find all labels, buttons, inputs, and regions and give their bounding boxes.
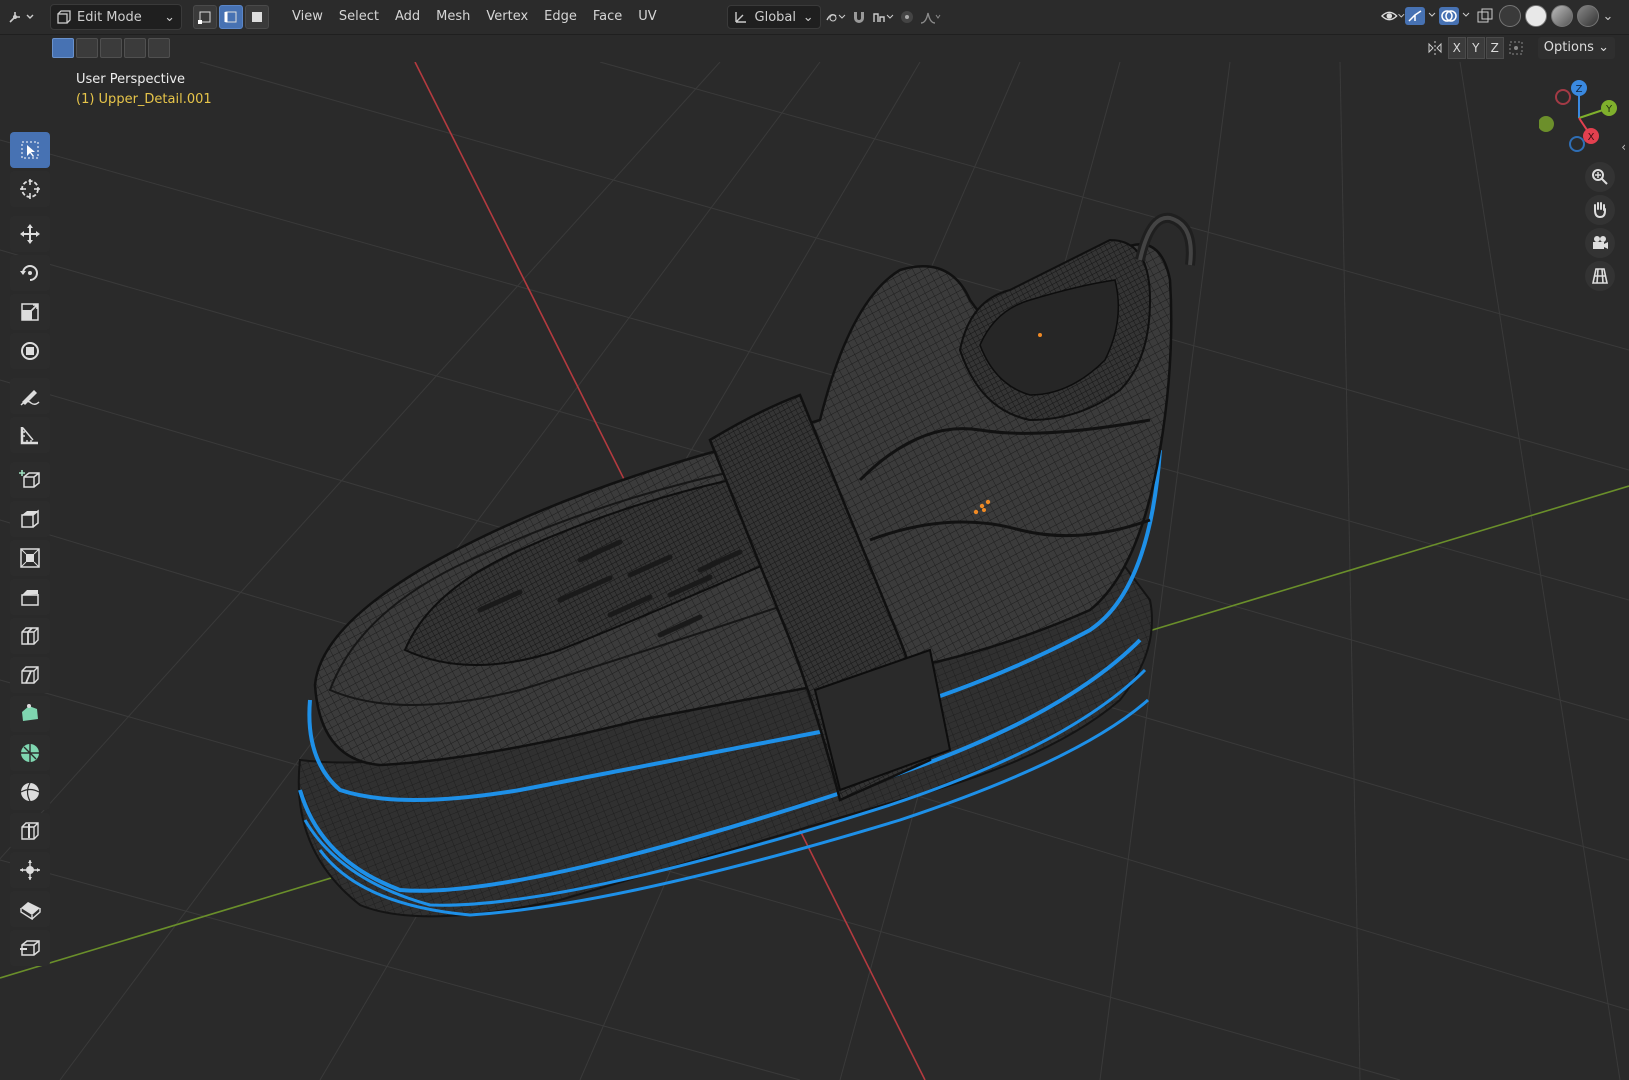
pivot-point-icon[interactable]	[823, 6, 847, 28]
gizmo-toggle-icon[interactable]	[1405, 5, 1439, 27]
header-menu: View Select Add Mesh Vertex Edge Face UV	[284, 5, 665, 29]
wireframe-shading-icon[interactable]	[1499, 5, 1521, 27]
select-extend-icon[interactable]	[76, 38, 98, 58]
camera-view-icon[interactable]	[1585, 228, 1615, 258]
poly-build-tool[interactable]	[10, 696, 50, 732]
snap-icon[interactable]	[847, 6, 871, 28]
cursor-tool[interactable]	[10, 171, 50, 207]
solid-shading-icon[interactable]	[1525, 5, 1547, 27]
add-cube-tool[interactable]	[10, 462, 50, 498]
face-select-icon[interactable]	[245, 5, 269, 29]
options-dropdown[interactable]: Options ⌄	[1537, 37, 1615, 59]
neg-x-gizmo-handle	[1555, 89, 1571, 105]
spin-tool[interactable]	[10, 735, 50, 771]
select-invert-icon[interactable]	[124, 38, 146, 58]
viewport-canvas[interactable]	[0, 62, 1629, 1080]
mirror-z-button[interactable]: Z	[1485, 37, 1504, 59]
mirror-x-button[interactable]: X	[1447, 37, 1466, 59]
proportional-edit-icon[interactable]	[895, 6, 919, 28]
select-new-icon[interactable]	[52, 38, 74, 58]
y-gizmo-label: Y	[1605, 104, 1613, 115]
orientation-icon	[735, 12, 746, 23]
menu-uv[interactable]: UV	[630, 5, 664, 29]
editor-type-button[interactable]	[2, 5, 42, 29]
menu-select[interactable]: Select	[331, 5, 387, 29]
active-object-label: (1) Upper_Detail.001	[76, 92, 212, 107]
rip-tool[interactable]	[10, 930, 50, 966]
x-gizmo-label: X	[1588, 132, 1595, 143]
selection-mode-boxes	[52, 38, 172, 58]
shoe-mesh	[297, 212, 1196, 918]
blender-window: User Perspective (1) Upper_Detail.001 Z …	[0, 0, 1629, 1080]
zoom-icon[interactable]	[1585, 162, 1615, 192]
auto-merge-icon[interactable]	[1504, 37, 1528, 59]
mirror-y-button[interactable]: Y	[1466, 37, 1485, 59]
orientation-dropdown[interactable]: Global ⌄	[726, 5, 821, 29]
menu-mesh[interactable]: Mesh	[428, 5, 478, 29]
transform-controls: Global ⌄	[725, 5, 943, 29]
rotate-tool[interactable]	[10, 255, 50, 291]
shear-tool[interactable]	[10, 891, 50, 927]
chevron-down-icon: ⌄	[802, 9, 814, 25]
mirror-icon[interactable]	[1423, 37, 1447, 59]
select-box-tool[interactable]	[10, 132, 50, 168]
shading-options-chevron-icon[interactable]: ⌄	[1601, 5, 1615, 27]
select-mode-group	[192, 5, 270, 29]
viewport-info: User Perspective (1) Upper_Detail.001	[76, 70, 212, 110]
edit-mode-icon	[57, 10, 71, 24]
falloff-curve-icon[interactable]	[919, 6, 943, 28]
menu-edge[interactable]: Edge	[536, 5, 585, 29]
annotate-tool[interactable]	[10, 378, 50, 414]
navigation-gizmo[interactable]: Z Y X	[1539, 78, 1619, 158]
overlays-toggle-icon[interactable]	[1439, 5, 1473, 27]
menu-view[interactable]: View	[284, 5, 331, 29]
measure-tool[interactable]	[10, 417, 50, 453]
mode-dropdown[interactable]: Edit Mode ⌄	[50, 4, 182, 30]
ortho-grid-icon[interactable]	[1585, 261, 1615, 291]
3d-viewport[interactable]: User Perspective (1) Upper_Detail.001 Z …	[0, 62, 1629, 1080]
bevel-tool[interactable]	[10, 579, 50, 615]
options-label: Options	[1543, 40, 1594, 55]
mode-label: Edit Mode	[77, 9, 142, 25]
inset-tool[interactable]	[10, 540, 50, 576]
edge-select-icon[interactable]	[219, 5, 243, 29]
collapse-arrow-icon[interactable]: ‹	[1621, 140, 1626, 154]
neg-z-gizmo-handle	[1569, 136, 1585, 152]
edge-slide-tool[interactable]	[10, 813, 50, 849]
vertex-select-icon[interactable]	[193, 5, 217, 29]
orientation-label: Global	[754, 9, 796, 25]
material-shading-icon[interactable]	[1551, 5, 1573, 27]
select-intersect-icon[interactable]	[148, 38, 170, 58]
view-title: User Perspective	[76, 72, 186, 87]
header-right-controls: ⌄	[1381, 5, 1615, 27]
z-gizmo-label: Z	[1576, 84, 1583, 95]
transform-tool[interactable]	[10, 333, 50, 369]
menu-face[interactable]: Face	[585, 5, 630, 29]
scale-tool[interactable]	[10, 294, 50, 330]
extrude-tool[interactable]	[10, 501, 50, 537]
move-tool[interactable]	[10, 216, 50, 252]
shrink-fatten-tool[interactable]	[10, 852, 50, 888]
xray-toggle-icon[interactable]	[1473, 5, 1497, 27]
loop-cut-tool[interactable]	[10, 618, 50, 654]
visibility-eye-icon[interactable]	[1381, 5, 1405, 27]
rendered-shading-icon[interactable]	[1577, 5, 1599, 27]
smooth-tool[interactable]	[10, 774, 50, 810]
viewport-header: Edit Mode ⌄ View Select Add Mesh Vertex …	[0, 0, 1629, 35]
editor-type-icon	[9, 12, 34, 23]
chevron-down-icon: ⌄	[164, 9, 175, 25]
tool-shelf	[10, 132, 54, 969]
snap-target-icon[interactable]	[871, 6, 895, 28]
mirror-axes: X Y Z Options ⌄	[1423, 37, 1615, 59]
knife-tool[interactable]	[10, 657, 50, 693]
select-subtract-icon[interactable]	[100, 38, 122, 58]
menu-add[interactable]: Add	[387, 5, 428, 29]
menu-vertex[interactable]: Vertex	[478, 5, 536, 29]
neg-y-gizmo-handle	[1539, 116, 1554, 132]
tool-header-row: X Y Z Options ⌄	[0, 34, 1629, 62]
pan-hand-icon[interactable]	[1585, 195, 1615, 225]
